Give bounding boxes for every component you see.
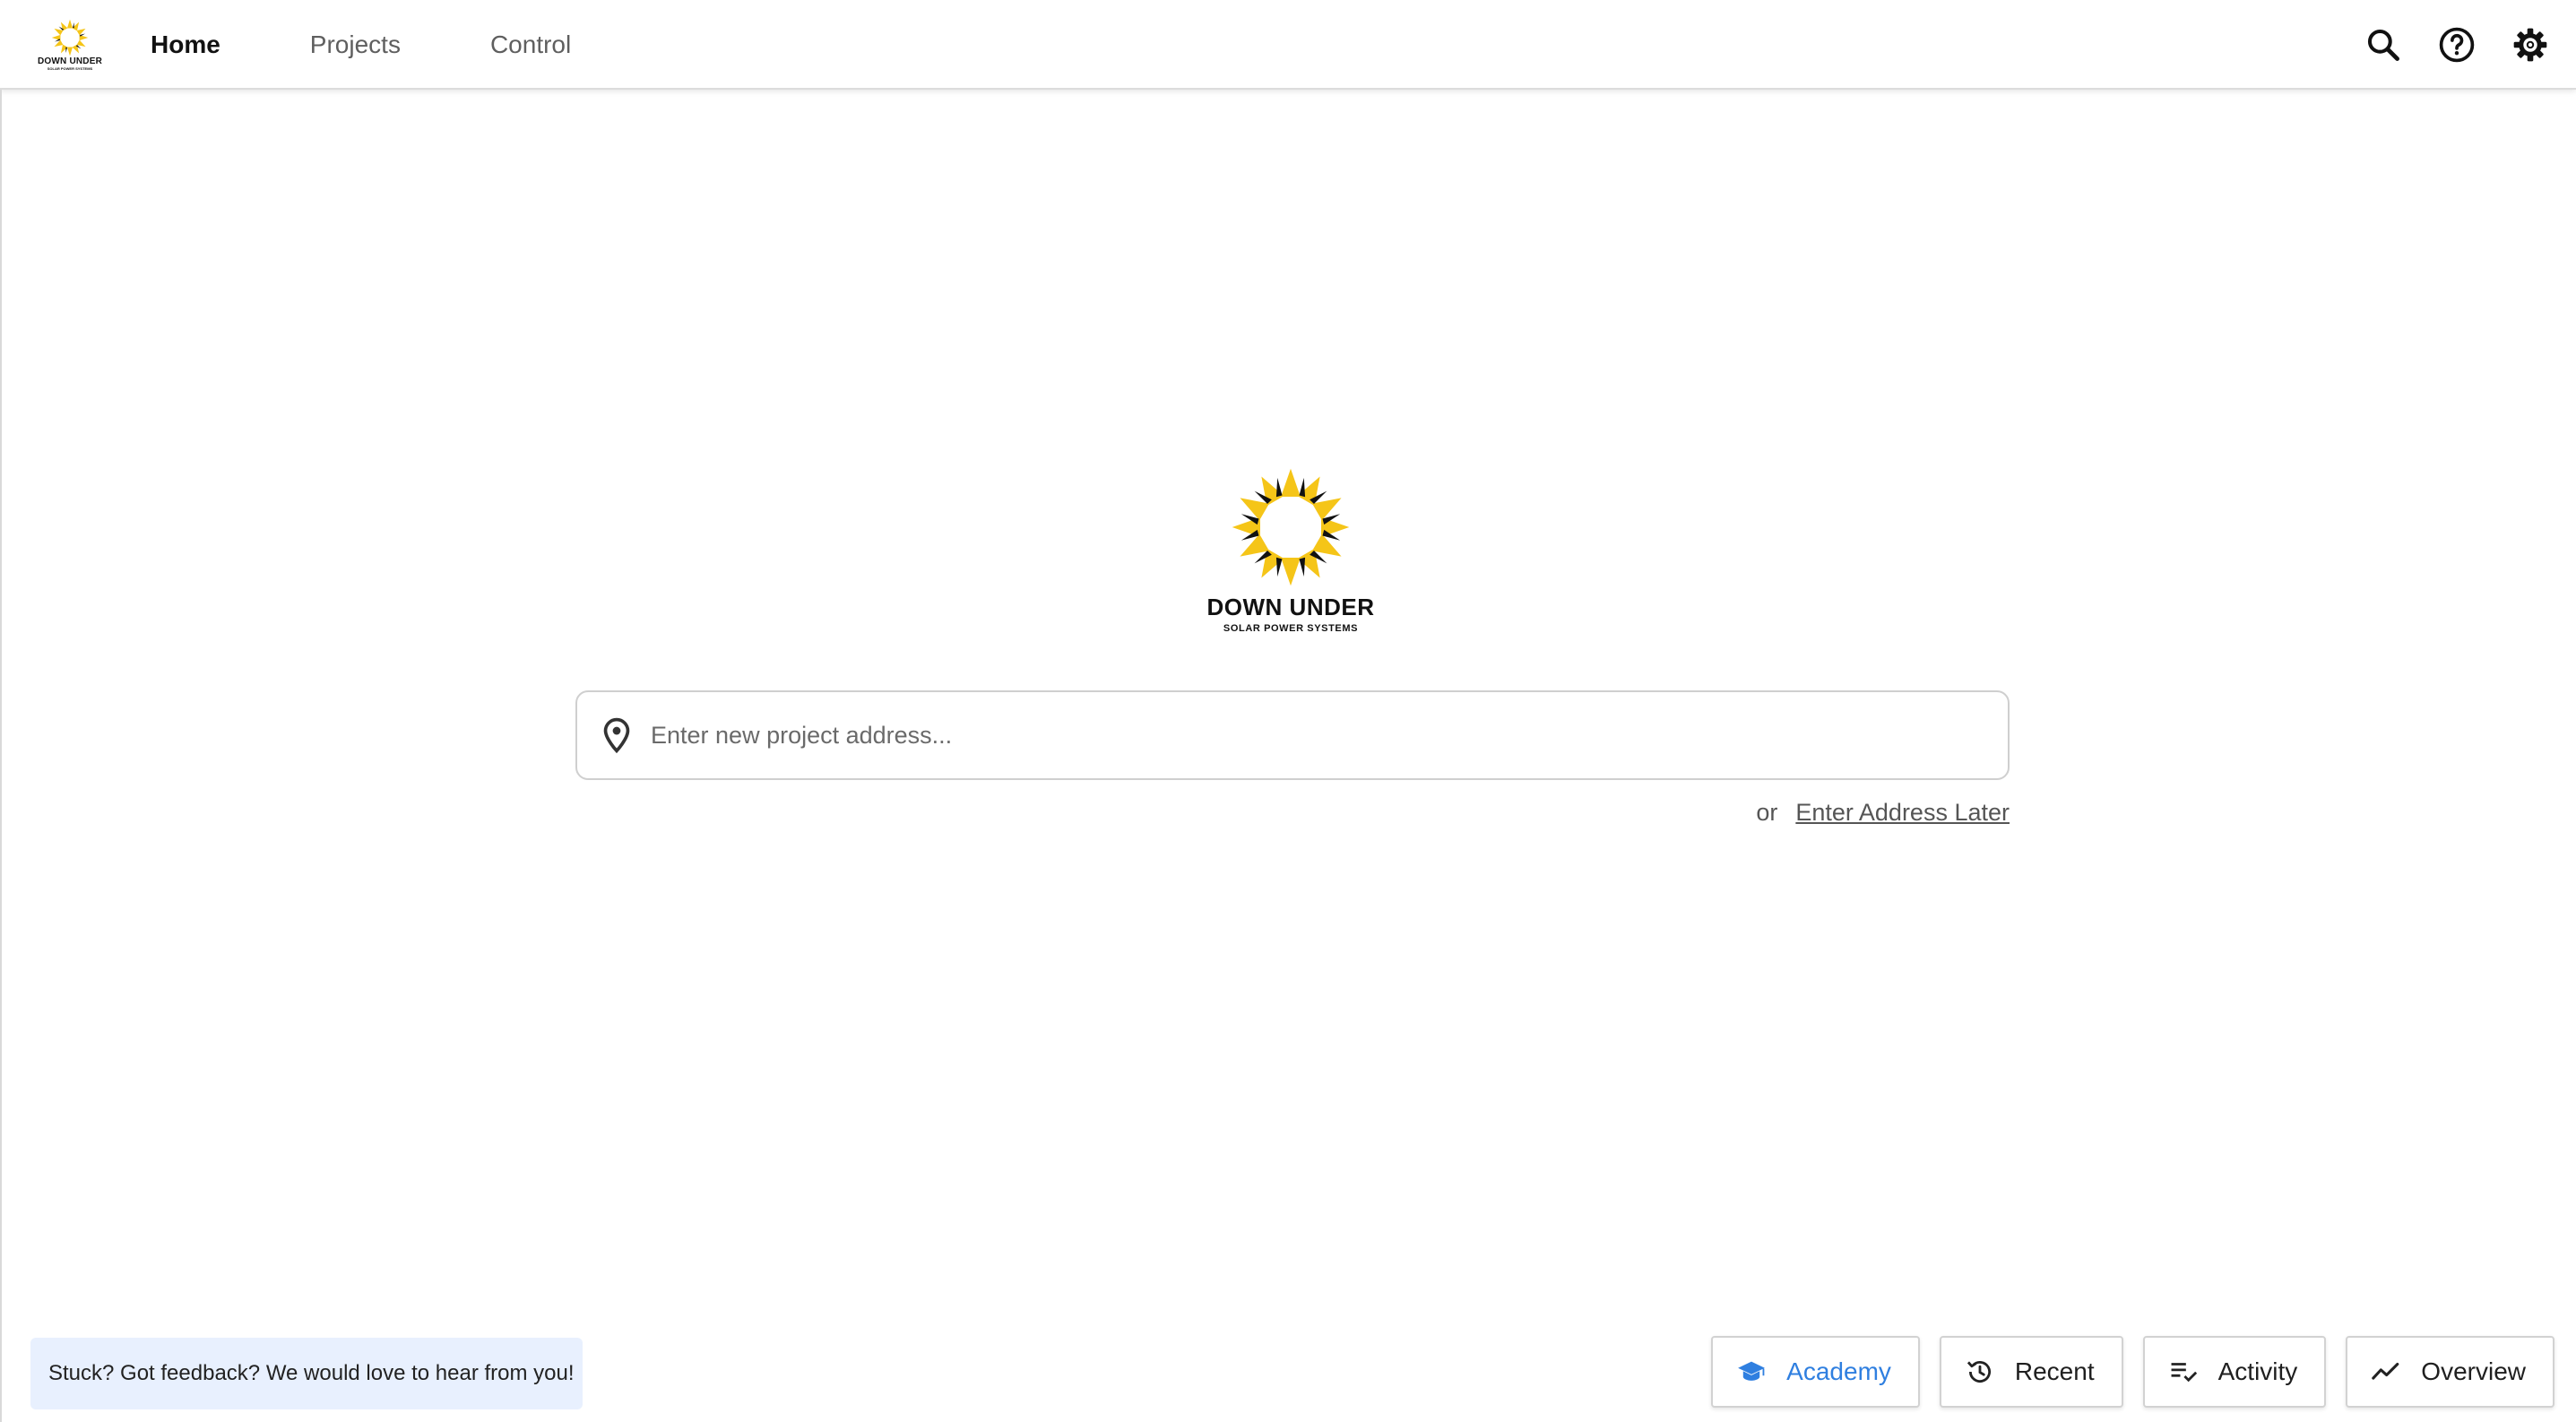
logo-title: DOWN UNDER [1206, 594, 1375, 620]
help-button[interactable] [2434, 22, 2479, 67]
activity-label: Activity [2217, 1357, 2298, 1385]
trend-icon [2372, 1362, 2399, 1380]
help-icon [2439, 27, 2475, 63]
brand-tagline: SOLAR POWER SYSTEMS [47, 66, 93, 71]
top-icon-group [2332, 0, 2553, 90]
left-border [0, 90, 2, 1422]
enter-later-row: or Enter Address Later [1703, 794, 2010, 830]
main-nav: Home Projects Control [151, 0, 661, 90]
center-brand-logo: DOWN UNDER SOLAR POWER SYSTEMS [1192, 466, 1389, 646]
academy-button[interactable]: Academy [1711, 1336, 1920, 1408]
logo-subtitle: SOLAR POWER SYSTEMS [1223, 623, 1359, 634]
graduation-cap-icon [1738, 1361, 1766, 1381]
activity-button[interactable]: Activity [2142, 1336, 2327, 1408]
nav-item-control[interactable]: Control [490, 30, 571, 59]
bottom-button-group: Academy Recent Activity Overview [1691, 1336, 2554, 1408]
sun-logo-icon [1232, 468, 1350, 586]
brand-name: DOWN UNDER [38, 56, 102, 66]
gear-icon [2513, 28, 2547, 62]
history-icon [1967, 1360, 1991, 1383]
recent-label: Recent [2014, 1357, 2095, 1385]
search-icon [2367, 29, 2399, 61]
brand-logo[interactable]: DOWN UNDER SOLAR POWER SYSTEMS [36, 18, 104, 75]
search-button[interactable] [2361, 22, 2406, 67]
academy-label: Academy [1786, 1357, 1891, 1385]
feedback-banner[interactable]: Stuck? Got feedback? We would love to he… [30, 1338, 583, 1409]
top-navigation-bar: DOWN UNDER SOLAR POWER SYSTEMS Home Proj… [0, 0, 2576, 90]
or-label: or [1756, 798, 1778, 826]
map-pin-icon [603, 717, 630, 754]
sun-logo-icon [51, 19, 89, 56]
enter-address-later-link[interactable]: Enter Address Later [1795, 799, 2010, 827]
checklist-icon [2171, 1363, 2197, 1383]
address-input[interactable] [649, 720, 2008, 750]
recent-button[interactable]: Recent [1939, 1336, 2123, 1408]
overview-label: Overview [2421, 1357, 2526, 1385]
nav-item-home[interactable]: Home [151, 30, 220, 59]
address-search-box[interactable] [575, 690, 2010, 780]
overview-button[interactable]: Overview [2346, 1336, 2554, 1408]
settings-button[interactable] [2508, 22, 2553, 67]
nav-item-projects[interactable]: Projects [310, 30, 401, 59]
